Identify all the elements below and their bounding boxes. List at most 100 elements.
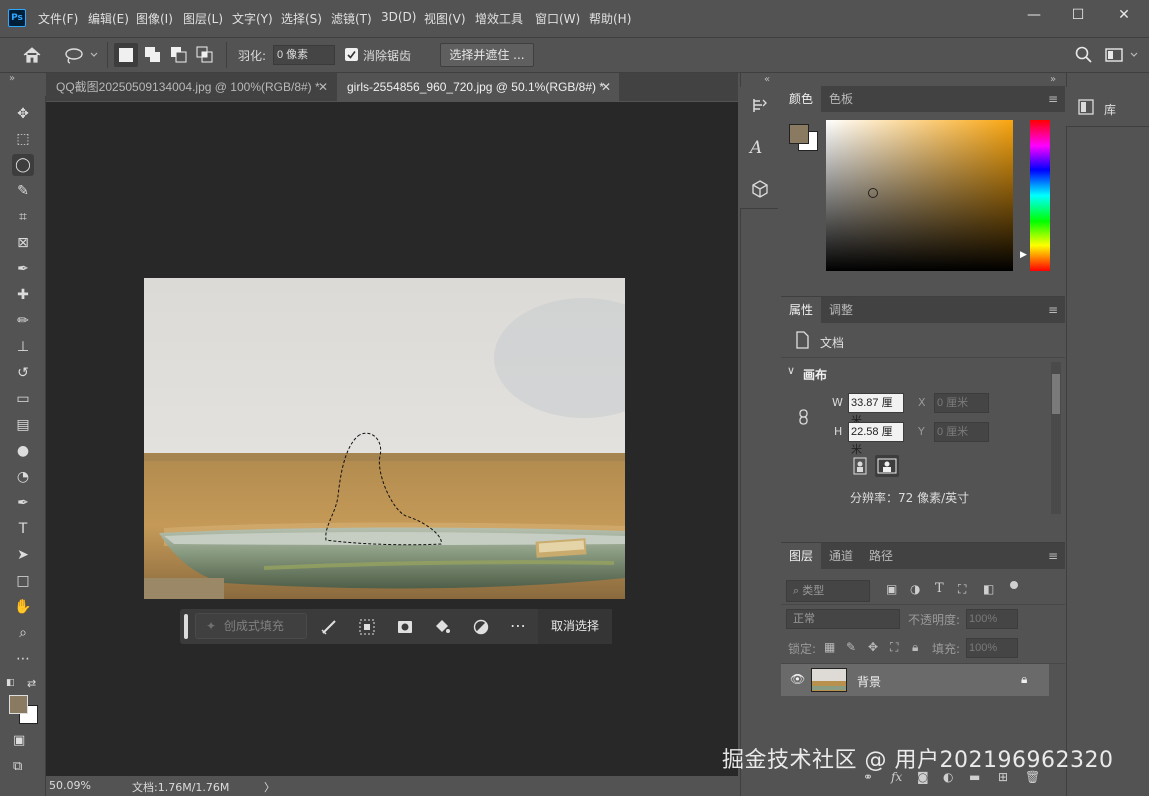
hue-slider[interactable] xyxy=(1030,120,1050,271)
link-icon[interactable] xyxy=(798,408,810,426)
intersect-selection-icon[interactable] xyxy=(196,46,214,64)
path-select-tool-icon[interactable]: ➤ xyxy=(12,544,34,566)
tab-paths[interactable]: 路径 xyxy=(861,543,901,569)
marquee-tool-icon[interactable]: ⬚ xyxy=(12,128,34,150)
antialias-checkbox[interactable] xyxy=(345,48,358,61)
lock-position-icon[interactable]: ✥ xyxy=(868,640,878,654)
tab-close-icon[interactable]: ✕ xyxy=(601,73,611,101)
search-icon[interactable] xyxy=(1075,46,1093,64)
canvas-expand-icon[interactable]: ∨ xyxy=(787,364,795,377)
default-colors-icon[interactable]: ◧ xyxy=(6,678,15,688)
lasso-preset-icon[interactable] xyxy=(64,46,100,64)
layer-filter-select[interactable]: ⌕ 类型 xyxy=(786,580,870,602)
mask-icon[interactable] xyxy=(396,618,414,636)
tab-adjustments[interactable]: 调整 xyxy=(821,297,861,323)
more-options-icon[interactable]: ⋯ xyxy=(510,616,526,635)
3d-icon[interactable] xyxy=(750,179,770,199)
transform-icon[interactable] xyxy=(358,618,376,636)
canvas-image[interactable] xyxy=(144,278,625,599)
tab-swatches[interactable]: 色板 xyxy=(821,86,861,112)
tab-girls-image[interactable]: girls-2554856_960_720.jpg @ 50.1%(RGB/8#… xyxy=(337,73,619,101)
panel-menu-icon[interactable]: ≡ xyxy=(1048,92,1058,106)
brush-tool-icon[interactable]: ✏ xyxy=(12,310,34,332)
swap-colors-icon[interactable]: ⇄ xyxy=(27,677,36,690)
portrait-orientation-icon[interactable] xyxy=(850,455,870,477)
menu-filter[interactable]: 滤镜(T) xyxy=(331,10,372,27)
color-picker-field[interactable] xyxy=(826,120,1013,271)
eraser-tool-icon[interactable]: ▭ xyxy=(12,388,34,410)
y-field[interactable]: 0 厘米 xyxy=(934,422,989,442)
workspace-icon[interactable] xyxy=(1105,46,1139,64)
filter-toggle-icon[interactable] xyxy=(1010,581,1018,589)
panel-menu-icon[interactable]: ≡ xyxy=(1048,549,1058,563)
menu-image[interactable]: 图像(I) xyxy=(136,10,173,27)
menu-type[interactable]: 文字(Y) xyxy=(232,10,273,27)
zoom-tool-icon[interactable]: ⌕ xyxy=(12,622,34,644)
height-field[interactable]: 22.58 厘米 xyxy=(848,422,904,456)
screen-mode-icon[interactable]: ⧉ xyxy=(13,759,22,774)
history-brush-tool-icon[interactable]: ↺ xyxy=(12,362,34,384)
width-field[interactable]: 33.87 厘米 xyxy=(848,393,904,427)
deselect-button[interactable]: 取消选择 xyxy=(538,609,612,644)
adjustment-icon[interactable] xyxy=(472,618,490,636)
collapse-left-icon[interactable]: « xyxy=(764,74,770,85)
generative-fill-button[interactable]: ✦ 创成式填充 xyxy=(195,613,307,639)
opacity-field[interactable]: 100% xyxy=(966,609,1018,629)
brush-select-icon[interactable] xyxy=(320,618,338,636)
maximize-button[interactable]: ☐ xyxy=(1064,6,1092,24)
clone-stamp-tool-icon[interactable]: ⊥ xyxy=(12,336,34,358)
menu-plugins[interactable]: 增效工具 xyxy=(475,10,523,27)
move-tool-icon[interactable]: ✥ xyxy=(12,103,34,125)
eye-icon[interactable]: 👁︎ xyxy=(790,672,805,686)
tab-properties[interactable]: 属性 xyxy=(781,297,822,323)
menu-file[interactable]: 文件(F) xyxy=(38,10,78,27)
lock-pixels-icon[interactable]: ✎ xyxy=(846,640,856,654)
tab-color[interactable]: 颜色 xyxy=(781,86,822,112)
menu-window[interactable]: 窗口(W) xyxy=(535,10,580,27)
layer-name[interactable]: 背景 xyxy=(857,673,881,690)
tab-qq-screenshot[interactable]: QQ截图20250509134004.jpg @ 100%(RGB/8#) * … xyxy=(46,73,336,101)
lasso-tool-icon[interactable]: ◯ xyxy=(12,154,34,176)
menu-layer[interactable]: 图层(L) xyxy=(183,10,223,27)
healing-brush-tool-icon[interactable]: ✚ xyxy=(12,284,34,306)
pen-tool-icon[interactable]: ✒ xyxy=(12,492,34,514)
properties-scrollbar[interactable] xyxy=(1051,362,1061,514)
fill-bucket-icon[interactable] xyxy=(433,618,451,636)
x-field[interactable]: 0 厘米 xyxy=(934,393,989,413)
home-icon[interactable] xyxy=(22,46,42,64)
frame-tool-icon[interactable]: ⊠ xyxy=(12,232,34,254)
type-tool-icon[interactable]: T xyxy=(12,518,34,540)
fill-field[interactable]: 100% xyxy=(966,638,1018,658)
feather-input[interactable]: 0 像素 xyxy=(273,45,335,65)
lock-artboard-icon[interactable]: ⛶ xyxy=(890,640,898,655)
lock-all-icon[interactable]: 🔒︎ xyxy=(912,640,918,655)
status-arrow-icon[interactable]: 〉 xyxy=(264,779,275,795)
smart-object-filter-icon[interactable]: ◧ xyxy=(983,582,994,596)
blur-tool-icon[interactable]: ● xyxy=(12,440,34,462)
mores-tool-icon[interactable]: ⋯ xyxy=(12,648,34,670)
tab-layers[interactable]: 图层 xyxy=(781,543,822,569)
add-selection-icon[interactable] xyxy=(144,46,162,64)
layer-row-background[interactable]: 👁︎ 背景 🔒︎ xyxy=(781,664,1049,696)
menu-view[interactable]: 视图(V) xyxy=(424,10,466,27)
character-icon[interactable]: A xyxy=(750,138,770,158)
tab-channels[interactable]: 通道 xyxy=(821,543,861,569)
library-icon[interactable] xyxy=(1078,99,1094,115)
shape-filter-icon[interactable]: ⛶ xyxy=(958,582,966,597)
gradient-tool-icon[interactable]: ▤ xyxy=(12,414,34,436)
pixel-filter-icon[interactable]: ▣ xyxy=(886,582,897,596)
select-and-mask-button[interactable]: 选择并遮住 ... xyxy=(440,43,534,67)
menu-help[interactable]: 帮助(H) xyxy=(589,10,631,27)
color-picker-cursor[interactable] xyxy=(868,188,878,198)
quick-mask-icon[interactable]: ▣ xyxy=(13,733,25,748)
landscape-orientation-icon[interactable] xyxy=(875,455,899,477)
menu-edit[interactable]: 编辑(E) xyxy=(88,10,129,27)
foreground-color-swatch[interactable] xyxy=(789,124,809,144)
history-icon[interactable] xyxy=(750,96,770,116)
zoom-level[interactable]: 50.09% xyxy=(49,779,91,792)
blend-mode-select[interactable]: 正常 xyxy=(786,609,900,629)
toolbar-collapse-icon[interactable]: » xyxy=(9,73,15,84)
crop-tool-icon[interactable]: ⌗ xyxy=(12,206,34,228)
tab-close-icon[interactable]: ✕ xyxy=(318,73,328,101)
hand-tool-icon[interactable]: ✋ xyxy=(12,596,34,618)
